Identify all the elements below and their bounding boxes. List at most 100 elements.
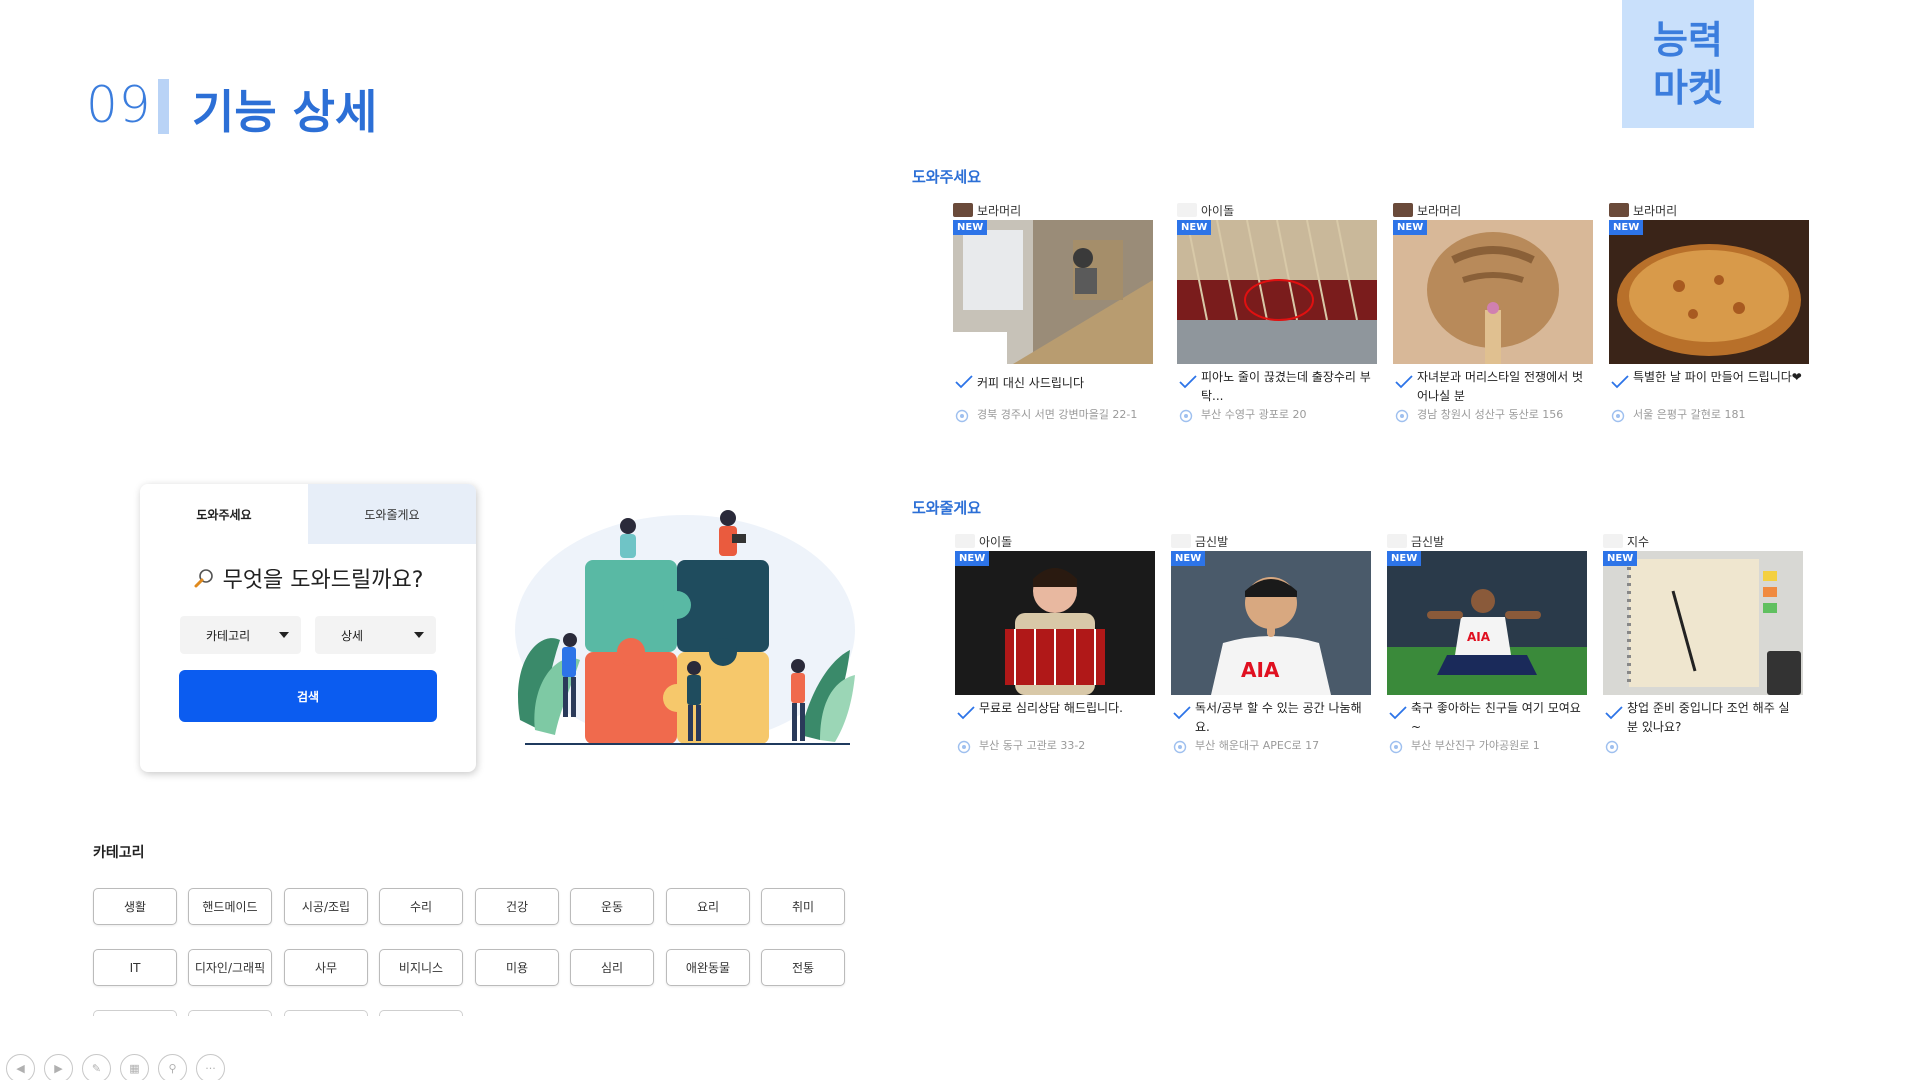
avatar <box>1177 203 1197 217</box>
svg-text:AIA: AIA <box>1467 630 1491 644</box>
category-button[interactable]: 미용 <box>475 949 559 986</box>
category-button[interactable]: 핸드메이드 <box>188 888 272 925</box>
category-button-partial <box>284 1010 368 1016</box>
author-name: 아이돌 <box>1201 203 1235 218</box>
author-name: 금신발 <box>1411 534 1445 549</box>
location-pin-icon <box>1389 739 1403 758</box>
puzzle-teamwork-illustration <box>500 490 860 750</box>
avatar <box>1393 203 1413 217</box>
category-button[interactable]: 수리 <box>379 888 463 925</box>
location-pin-icon <box>957 739 971 758</box>
soccer-celebration-photo: AIA <box>1387 551 1587 695</box>
accordion-player-photo <box>955 551 1155 695</box>
card-author: 금신발 <box>1171 533 1228 549</box>
post-card[interactable]: 보라머리 NEW 특별한 날 파이 만들어 드립니다❤ 서울 은평구 갈현로 1… <box>1609 202 1811 434</box>
new-badge: NEW <box>1393 220 1428 235</box>
card-location: 부산 동구 고관로 33-2 <box>979 739 1086 752</box>
author-name: 지수 <box>1627 534 1650 549</box>
post-card[interactable]: 아이돌 NEW 피아노 줄이 끊겼는데 출장수리 부탁... 부산 수영구 광포… <box>1177 202 1379 434</box>
check-icon <box>1395 374 1413 393</box>
page-title: 기능 상세 <box>192 85 378 139</box>
category-section-title: 카테고리 <box>93 845 145 861</box>
new-badge: NEW <box>1171 551 1206 566</box>
avatar <box>953 203 973 217</box>
check-icon <box>1173 705 1191 724</box>
new-badge: NEW <box>1387 551 1422 566</box>
author-name: 보라머리 <box>977 203 1022 218</box>
card-author: 지수 <box>1603 533 1649 549</box>
post-card[interactable]: 지수 NEW 창업 준비 중입니다 조언 해주 실 분 있나요? <box>1603 533 1805 765</box>
category-button[interactable]: 운동 <box>570 888 654 925</box>
section-label-help-me: 도와주세요 <box>912 168 982 186</box>
floor-tiling-photo <box>953 220 1153 364</box>
category-button[interactable]: 디자인/그래픽 <box>188 949 272 986</box>
location-pin-icon <box>955 408 969 427</box>
chevron-down-icon <box>279 632 289 638</box>
card-author: 보라머리 <box>1393 202 1461 218</box>
pie-photo <box>1609 220 1809 364</box>
detail-dropdown[interactable]: 상세 <box>315 616 436 654</box>
post-card[interactable]: 보라머리 NEW 커피 대신 사드립니다 경북 경주시 서면 강변마을길 22-… <box>953 202 1155 434</box>
card-author: 보라머리 <box>1609 202 1677 218</box>
search-card: 도와주세요 도와줄게요 무엇을 도와드릴까요? 카테고리 상세 검색 <box>140 484 476 772</box>
check-icon <box>1605 705 1623 724</box>
category-button[interactable]: IT <box>93 949 177 986</box>
card-author: 아이돌 <box>1177 202 1234 218</box>
card-location: 서울 은평구 갈현로 181 <box>1633 408 1746 421</box>
category-dropdown-label: 카테고리 <box>206 628 251 643</box>
avatar <box>1387 534 1407 548</box>
next-icon[interactable]: ▶ <box>44 1054 73 1080</box>
brand-line-1: 능력 <box>1653 18 1723 62</box>
avatar <box>955 534 975 548</box>
category-button-partial <box>188 1010 272 1016</box>
tab-i-will-help[interactable]: 도와줄게요 <box>308 484 476 544</box>
category-button[interactable]: 건강 <box>475 888 559 925</box>
post-card[interactable]: 금신발 AIA NEW 독서/공부 할 수 있는 공간 나눔해요. 부산 해운대… <box>1171 533 1373 765</box>
author-name: 보라머리 <box>1417 203 1462 218</box>
card-location: 경남 창원시 성산구 동산로 156 <box>1417 408 1564 421</box>
tab-help-me[interactable]: 도와주세요 <box>140 484 308 544</box>
card-location: 부산 해운대구 APEC로 17 <box>1195 739 1320 752</box>
check-icon <box>1611 374 1629 393</box>
post-card[interactable]: 금신발 AIA NEW 축구 좋아하는 친구들 여기 모여요~ 부산 부산진구 … <box>1387 533 1589 765</box>
location-pin-icon <box>1611 408 1625 427</box>
check-icon <box>1179 374 1197 393</box>
search-button[interactable]: 검색 <box>179 670 437 722</box>
slides-icon[interactable]: ▦ <box>120 1054 149 1080</box>
detail-dropdown-label: 상세 <box>341 628 364 643</box>
card-description: 자녀분과 머리스타일 전쟁에서 벗어나실 분 <box>1417 370 1584 403</box>
card-location: 경북 경주시 서면 강변마을길 22-1 <box>977 408 1138 421</box>
category-button[interactable]: 생활 <box>93 888 177 925</box>
category-button[interactable]: 시공/조립 <box>284 888 368 925</box>
pen-icon[interactable]: ✎ <box>82 1054 111 1080</box>
prev-icon[interactable]: ◀ <box>6 1054 35 1080</box>
category-button[interactable]: 취미 <box>761 888 845 925</box>
check-icon <box>1389 705 1407 724</box>
zoom-icon[interactable]: ⚲ <box>158 1054 187 1080</box>
author-name: 아이돌 <box>979 534 1013 549</box>
section-label-i-will-help: 도와줄게요 <box>912 499 982 517</box>
search-tabs: 도와주세요 도와줄게요 <box>140 484 476 544</box>
location-pin-icon <box>1179 408 1193 427</box>
author-name: 보라머리 <box>1633 203 1678 218</box>
category-button[interactable]: 비지니스 <box>379 949 463 986</box>
slide-number: 09 <box>86 76 152 134</box>
more-icon[interactable]: ··· <box>196 1054 225 1080</box>
chevron-down-icon <box>414 632 424 638</box>
category-button[interactable]: 전통 <box>761 949 845 986</box>
category-button[interactable]: 애완동물 <box>666 949 750 986</box>
category-button[interactable]: 심리 <box>570 949 654 986</box>
category-button[interactable]: 요리 <box>666 888 750 925</box>
post-card[interactable]: 보라머리 NEW 자녀분과 머리스타일 전쟁에서 벗어나실 분 경남 창원시 성… <box>1393 202 1595 434</box>
post-card[interactable]: 아이돌 NEW 무료로 심리상담 해드립니다. 부산 동구 고관로 33-2 <box>955 533 1157 765</box>
category-button[interactable]: 사무 <box>284 949 368 986</box>
card-author: 아이돌 <box>955 533 1012 549</box>
category-dropdown[interactable]: 카테고리 <box>180 616 301 654</box>
title-accent-bar <box>158 79 169 134</box>
search-heading-text: 무엇을 도와드릴까요? <box>222 568 424 593</box>
search-icon <box>193 567 215 589</box>
avatar <box>1603 534 1623 548</box>
card-author: 보라머리 <box>953 202 1021 218</box>
braided-hair-photo <box>1393 220 1593 364</box>
card-location: 부산 수영구 광포로 20 <box>1201 408 1307 421</box>
